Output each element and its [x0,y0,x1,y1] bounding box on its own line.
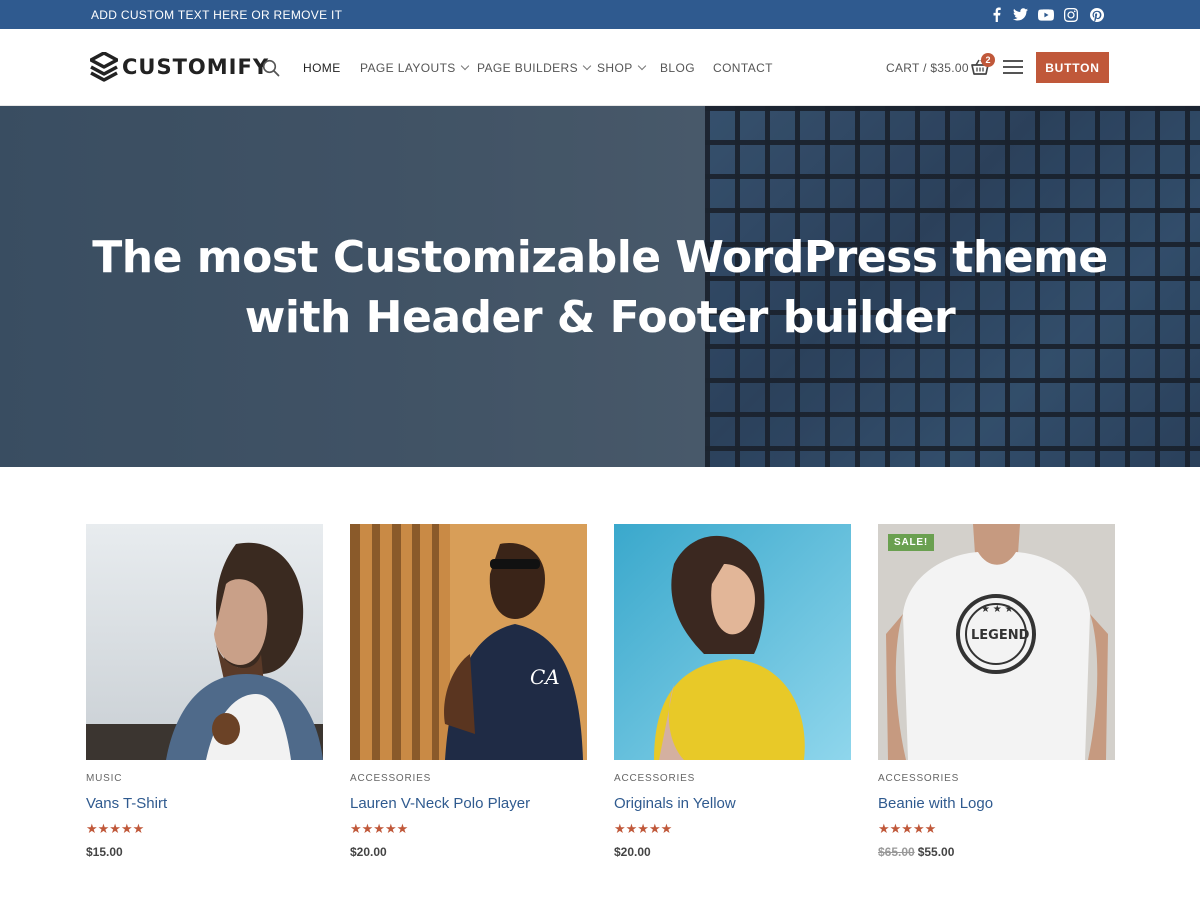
product-image[interactable]: LEGEND ★ ★ ★ SALE! [878,524,1115,760]
star-rating: ★★★★★ [86,821,145,836]
nav-page-builders[interactable]: PAGE BUILDERS [477,61,592,75]
old-price: $65.00 [878,845,915,859]
product-image[interactable] [86,524,323,760]
star-rating: ★★★★★ [614,821,673,836]
svg-text:CA: CA [530,665,560,689]
product-card: MUSIC Vans T-Shirt ★★★★★ $15.00 [86,524,323,859]
product-price: $15.00 [86,845,123,859]
nav-page-layouts-label: PAGE LAYOUTS [360,61,456,75]
site-header: CUSTOMIFY HOME PAGE LAYOUTS PAGE BUILDER… [0,29,1200,106]
product-title-link[interactable]: Beanie with Logo [878,795,1115,812]
product-title-link[interactable]: Lauren V-Neck Polo Player [350,795,587,812]
sale-badge: SALE! [888,534,934,551]
product-card: CA ACCESSORIES Lauren V-Neck Polo Player… [350,524,587,859]
chevron-down-icon [637,61,646,71]
menu-toggle-icon[interactable] [1003,60,1023,74]
hero-title-line1: The most Customizable WordPress theme [92,232,1108,283]
sale-price: $55.00 [917,845,955,859]
hero-banner: The most Customizable WordPress theme wi… [0,106,1200,467]
product-price: $20.00 [350,845,387,859]
topbar-text: ADD CUSTOM TEXT HERE OR REMOVE IT [91,8,343,22]
product-price: $20.00 [614,845,651,859]
nav-shop[interactable]: SHOP [597,61,646,75]
chevron-down-icon [582,61,592,71]
logo-text: CUSTOMIFY [122,55,270,79]
top-bar: ADD CUSTOM TEXT HERE OR REMOVE IT [0,0,1200,29]
product-image[interactable]: CA [350,524,587,760]
header-cta-button[interactable]: BUTTON [1036,52,1109,83]
product-card: ACCESSORIES Originals in Yellow ★★★★★ $2… [614,524,851,859]
product-category: ACCESSORIES [614,773,696,784]
hero-title: The most Customizable WordPress theme wi… [0,228,1200,348]
product-image[interactable] [614,524,851,760]
instagram-icon[interactable] [1062,6,1079,23]
site-logo[interactable]: CUSTOMIFY [90,52,269,82]
product-category: ACCESSORIES [350,773,432,784]
product-price: $65.00 $55.00 [878,845,1115,859]
product-card: LEGEND ★ ★ ★ SALE! ACCESSORIES Beanie wi… [878,524,1115,859]
pinterest-icon[interactable] [1088,6,1105,23]
nav-contact-label: CONTACT [713,61,773,75]
search-icon[interactable] [262,59,280,77]
product-category: MUSIC [86,773,123,784]
svg-text:LEGEND: LEGEND [971,628,1030,643]
nav-page-layouts[interactable]: PAGE LAYOUTS [360,61,469,75]
svg-text:★ ★ ★: ★ ★ ★ [981,604,1013,615]
nav-home-label: HOME [303,61,341,75]
youtube-icon[interactable] [1037,6,1054,23]
logo-mark-icon [90,52,118,82]
nav-page-builders-label: PAGE BUILDERS [477,61,579,75]
nav-home[interactable]: HOME [303,61,341,75]
star-rating: ★★★★★ [350,821,409,836]
cart-count-badge: 2 [981,53,995,67]
nav-contact[interactable]: CONTACT [713,61,773,75]
hero-title-line2: with Header & Footer builder [244,292,956,343]
facebook-icon[interactable] [988,6,1005,23]
product-title-link[interactable]: Originals in Yellow [614,795,851,812]
product-category: ACCESSORIES [878,773,960,784]
nav-blog-label: BLOG [660,61,695,75]
nav-blog[interactable]: BLOG [660,61,695,75]
chevron-down-icon [460,61,469,71]
product-title-link[interactable]: Vans T-Shirt [86,795,323,812]
star-rating: ★★★★★ [878,821,937,836]
cart-link[interactable]: CART / $35.00 [886,61,969,75]
nav-shop-label: SHOP [597,61,633,75]
twitter-icon[interactable] [1012,6,1029,23]
